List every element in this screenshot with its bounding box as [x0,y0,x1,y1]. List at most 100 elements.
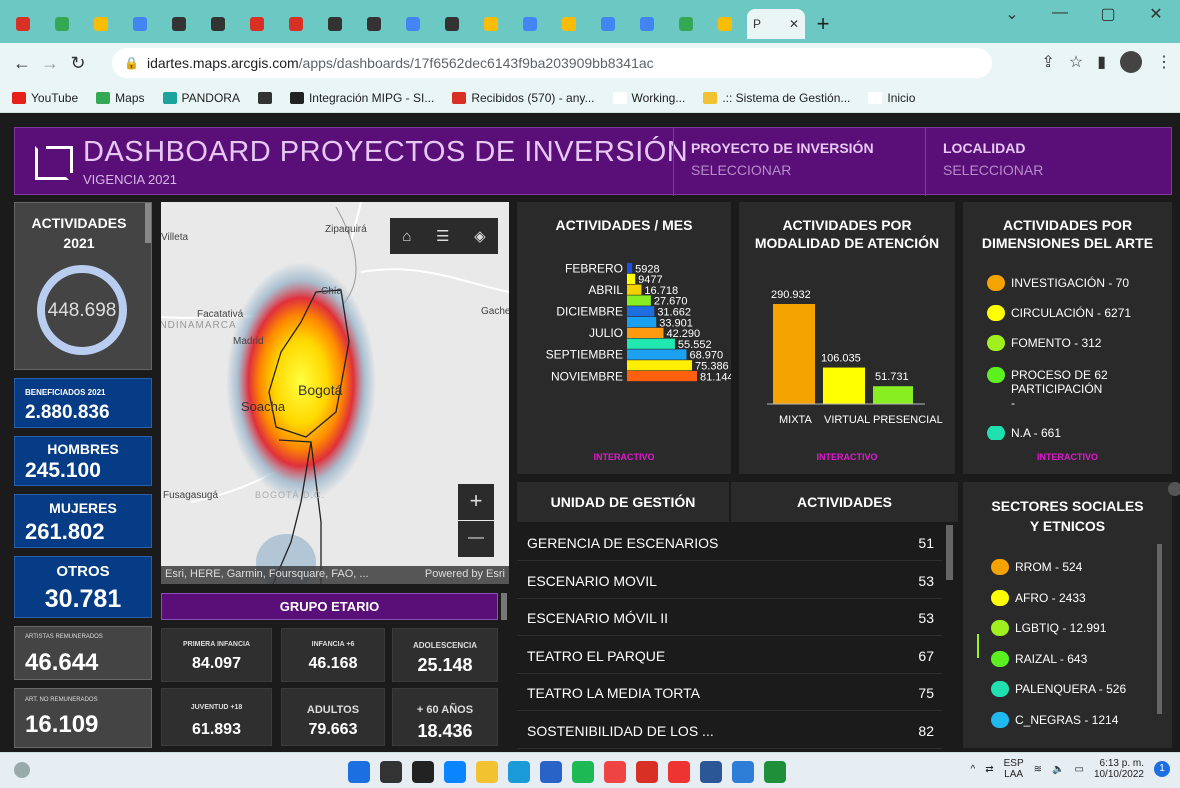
browser-tab[interactable] [45,13,81,35]
language-indicator[interactable]: ESP LAA [1004,758,1024,780]
taskbar-app-icon[interactable] [412,761,434,783]
browser-tab[interactable] [357,13,393,35]
browser-tab[interactable] [708,13,744,35]
sidepanel-icon[interactable]: ▮ [1097,52,1106,72]
interactivo-label[interactable]: INTERACTIVO [517,452,731,462]
back-icon[interactable]: ← [8,53,36,74]
scrollbar[interactable] [946,525,953,580]
star-icon[interactable]: ☆ [1069,52,1083,72]
browser-tab[interactable] [435,13,471,35]
browser-tab[interactable] [318,13,354,35]
bookmark-item[interactable]: YouTube [12,91,78,105]
bookmark-item[interactable]: Inicio [868,91,915,105]
forward-icon[interactable]: → [36,53,64,74]
bookmark-item[interactable]: .:: Sistema de Gestión... [703,91,850,105]
active-tab[interactable]: P ✕ [747,9,805,39]
browser-tab[interactable] [279,13,315,35]
address-bar[interactable]: 🔒 idartes.maps.arcgis.com/apps/dashboard… [112,48,992,78]
zoom-out-button[interactable]: — [458,521,494,557]
browser-tab[interactable] [474,13,510,35]
browser-tab[interactable] [630,13,666,35]
browser-tab[interactable] [552,13,588,35]
bar[interactable] [627,273,636,284]
browser-tab[interactable] [84,13,120,35]
battery-icon[interactable]: ▭ [1074,764,1083,775]
bar[interactable] [627,284,642,295]
close-icon[interactable]: ✕ [1132,4,1180,24]
legend-item[interactable]: FOMENTO - 312 [987,335,1101,351]
minimize-icon[interactable]: — [1036,4,1084,24]
legend-item[interactable]: PROCESO DE 62 PARTICIPACIÓN - [987,367,1108,410]
chevron-down-icon[interactable]: ⌄ [988,4,1036,24]
legend-item[interactable]: LGBTIQ - 12.991 [991,620,1106,636]
taskbar-app-icon[interactable] [540,761,562,783]
browser-tab[interactable] [591,13,627,35]
browser-tab[interactable] [123,13,159,35]
scrollbar[interactable] [501,593,507,620]
legend-item[interactable]: PALENQUERA - 526 [991,681,1126,697]
bar[interactable] [627,263,633,274]
menu-icon[interactable]: ⋮ [1156,52,1172,72]
avatar[interactable] [1120,51,1142,73]
powered-by-text[interactable]: Powered by Esri [425,568,505,582]
browser-tab[interactable] [669,13,705,35]
table-row[interactable]: ESCENARIO MOVIL 53 [517,563,942,599]
bookmark-item[interactable]: Integración MIPG - SI... [289,91,434,105]
zoom-in-button[interactable]: + [458,484,494,520]
network-icon[interactable]: ⇄ [985,764,993,775]
bar[interactable] [627,371,697,382]
legend-item[interactable]: INVESTIGACIÓN - 70 [987,275,1129,291]
bar[interactable] [627,306,655,317]
browser-tab[interactable] [240,13,276,35]
weather-icon[interactable] [14,762,30,778]
bar[interactable] [627,295,651,306]
table-row[interactable]: TEATRO EL PARQUE 67 [517,638,942,674]
maximize-icon[interactable]: ▢ [1084,4,1132,24]
proyecto-selector[interactable]: SELECCIONAR [691,162,791,178]
share-icon[interactable]: ⇪ [1041,52,1054,72]
browser-tab[interactable] [6,13,42,35]
bar[interactable] [627,338,675,349]
bar[interactable] [627,327,664,338]
clock[interactable]: 6:13 p. m. 10/10/2022 [1094,758,1144,780]
taskbar-app-icon[interactable] [380,761,402,783]
legend-item[interactable]: C_NEGRAS - 1214 [991,711,1118,728]
notification-badge[interactable]: 1 [1154,761,1170,777]
interactivo-label[interactable]: INTERACTIVO [739,452,955,462]
taskbar-app-icon[interactable] [572,761,594,783]
taskbar-app-icon[interactable] [764,761,786,783]
browser-tab[interactable] [513,13,549,35]
legend-item[interactable]: RAIZAL - 643 [991,650,1087,667]
taskbar-app-icon[interactable] [604,761,626,783]
layers-icon[interactable]: ◈ [474,227,486,245]
localidad-selector[interactable]: SELECCIONAR [943,162,1043,178]
taskbar-app-icon[interactable] [700,761,722,783]
scrollbar[interactable] [1157,544,1162,714]
wifi-icon[interactable]: ≋ [1034,764,1042,775]
taskbar-app-icon[interactable] [636,761,658,783]
bar[interactable] [627,349,687,360]
expand-icon[interactable] [1168,482,1180,496]
scrollbar[interactable] [145,203,151,243]
close-tab-icon[interactable]: ✕ [789,17,799,31]
bar[interactable] [773,304,815,404]
volume-icon[interactable]: 🔈 [1052,764,1064,775]
bookmark-item[interactable]: Recibidos (570) - any... [452,91,595,105]
bar[interactable] [823,367,865,404]
taskbar-app-icon[interactable] [348,761,370,783]
legend-item[interactable]: N.A - 661 [987,426,1061,440]
bookmark-item[interactable]: Working... [612,91,685,105]
bar[interactable] [873,386,913,404]
legend-item[interactable]: AFRO - 2433 [991,589,1086,606]
taskbar-app-icon[interactable] [444,761,466,783]
taskbar-app-icon[interactable] [732,761,754,783]
browser-tab[interactable] [162,13,198,35]
home-icon[interactable]: ⌂ [402,228,411,245]
table-row[interactable]: ESCENARIO MÓVIL II 53 [517,600,942,636]
bookmark-item[interactable] [257,91,272,104]
table-row[interactable]: SOSTENIBILIDAD DE LOS ... 82 [517,713,942,749]
heatmap-map[interactable]: Zipaquirá Villeta Chía Facatativá Gachet… [161,202,509,584]
legend-item[interactable]: CIRCULACIÓN - 6271 [987,305,1131,321]
taskbar-app-icon[interactable] [476,761,498,783]
taskbar-app-icon[interactable] [668,761,690,783]
